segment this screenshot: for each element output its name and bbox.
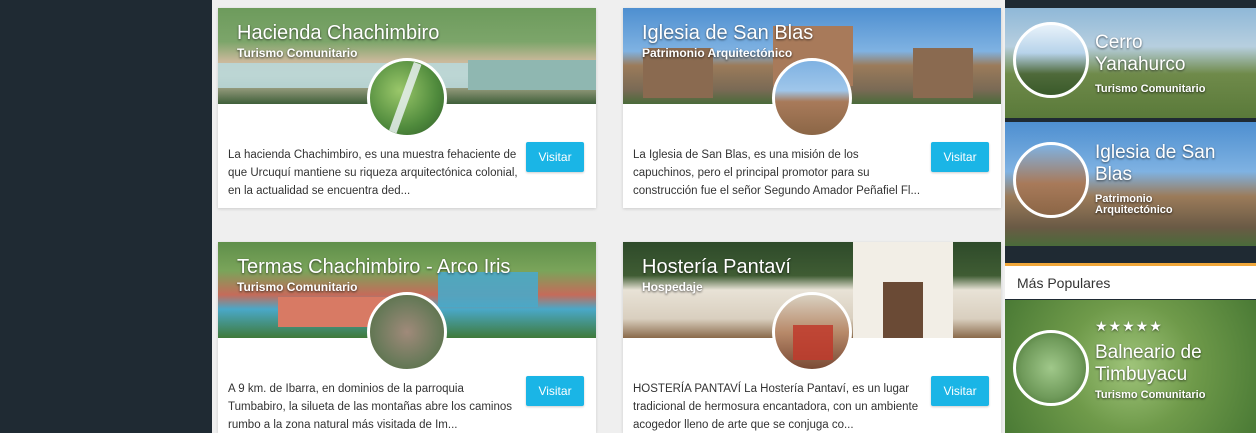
card-subtitle: Hospedaje xyxy=(642,280,703,294)
popular-section-header: Más Populares xyxy=(1005,263,1256,299)
card-subtitle: Patrimonio Arquitectónico xyxy=(642,46,793,60)
visit-button[interactable]: Visitar xyxy=(526,142,584,172)
sidebar-item-avatar xyxy=(1013,142,1089,218)
card-description: A 9 km. de Ibarra, en dominios de la par… xyxy=(228,383,513,431)
sidebar-item-title[interactable]: Iglesia de San Blas xyxy=(1095,142,1255,186)
place-card: Termas Chachimbiro - Arco Iris Turismo C… xyxy=(218,242,596,433)
card-title[interactable]: Hacienda Chachimbiro xyxy=(237,22,439,44)
sidebar-item-subtitle: Turismo Comunitario xyxy=(1095,83,1206,95)
card-title[interactable]: Hostería Pantaví xyxy=(642,256,791,278)
popular-item[interactable]: ★★★★★ Balneario de Timbuyacu Turismo Com… xyxy=(1005,300,1256,433)
popular-item-avatar xyxy=(1013,330,1089,406)
place-card: Iglesia de San Blas Patrimonio Arquitect… xyxy=(623,8,1001,208)
visit-button[interactable]: Visitar xyxy=(526,376,584,406)
main-content: Hacienda Chachimbiro Turismo Comunitario… xyxy=(212,0,1008,433)
place-card: Hacienda Chachimbiro Turismo Comunitario… xyxy=(218,8,596,208)
sidebar-item-title[interactable]: Cerro Yanahurco xyxy=(1095,32,1235,76)
visit-button[interactable]: Visitar xyxy=(931,376,989,406)
sidebar-featured-item[interactable]: Cerro Yanahurco Turismo Comunitario xyxy=(1005,8,1256,118)
star-icon: ★★★★★ xyxy=(1095,318,1163,334)
card-avatar xyxy=(772,58,852,138)
card-description: La hacienda Chachimbiro, es una muestra … xyxy=(228,149,518,197)
card-description: La Iglesia de San Blas, es una misión de… xyxy=(633,149,921,197)
sidebar: Cerro Yanahurco Turismo Comunitario Igle… xyxy=(1005,0,1256,433)
card-avatar xyxy=(367,292,447,372)
card-description: HOSTERÍA PANTAVÍ La Hostería Pantaví, es… xyxy=(633,383,919,431)
card-subtitle: Turismo Comunitario xyxy=(237,280,358,294)
card-title[interactable]: Termas Chachimbiro - Arco Iris xyxy=(237,256,510,278)
sidebar-item-avatar xyxy=(1013,22,1089,98)
visit-button[interactable]: Visitar xyxy=(931,142,989,172)
popular-item-subtitle: Turismo Comunitario xyxy=(1095,389,1206,401)
sidebar-item-subtitle: Patrimonio Arquitectónico xyxy=(1095,193,1173,216)
card-title[interactable]: Iglesia de San Blas xyxy=(642,22,813,44)
popular-item-title[interactable]: Balneario de Timbuyacu xyxy=(1095,342,1245,386)
place-card: Hostería Pantaví Hospedaje HOSTERÍA PANT… xyxy=(623,242,1001,433)
sidebar-featured-item[interactable]: Iglesia de San Blas Patrimonio Arquitect… xyxy=(1005,122,1256,246)
card-avatar xyxy=(772,292,852,372)
card-avatar xyxy=(367,58,447,138)
card-subtitle: Turismo Comunitario xyxy=(237,46,358,60)
popular-heading: Más Populares xyxy=(1017,275,1111,291)
